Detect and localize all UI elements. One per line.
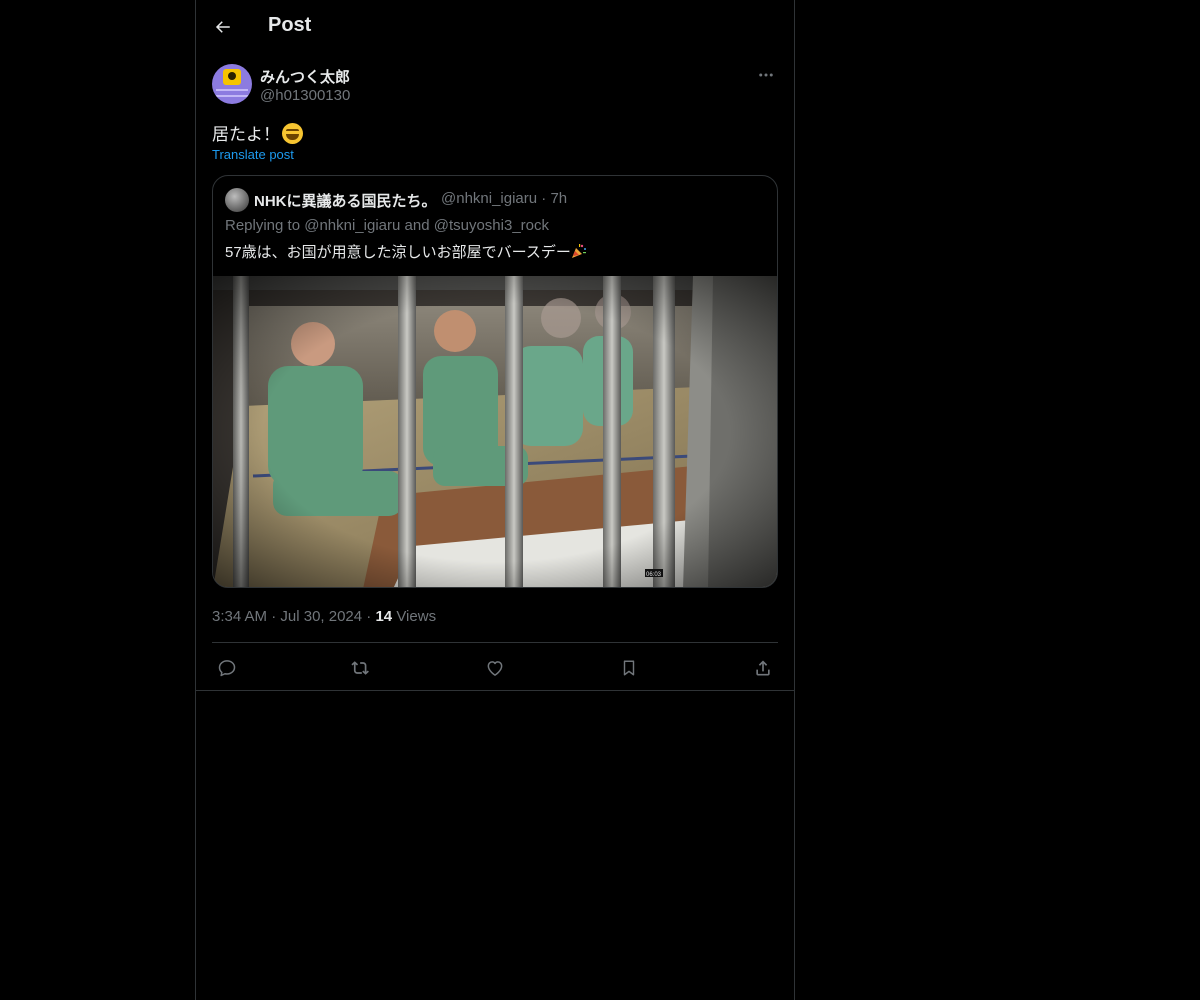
post-time[interactable]: 3:34 AM xyxy=(212,608,267,625)
avatar-logo xyxy=(223,69,241,85)
page-title: Post xyxy=(268,14,312,36)
page-header: Post xyxy=(196,0,794,54)
media-timestamp: 06:03 xyxy=(646,572,662,578)
back-button[interactable] xyxy=(208,12,238,42)
party-popper-icon xyxy=(571,244,586,258)
arrow-left-icon xyxy=(215,21,230,33)
post-text: 居たよ！ xyxy=(212,120,303,145)
post-bottom-border xyxy=(196,690,794,691)
translate-post-link[interactable]: Translate post xyxy=(212,147,294,162)
grinning-squinting-face-icon xyxy=(282,123,303,144)
separator-dot: · xyxy=(271,608,277,625)
repost-icon xyxy=(351,661,369,675)
author-handle[interactable]: @h01300130 xyxy=(260,87,350,104)
bookmark-button[interactable] xyxy=(616,655,642,681)
quoted-media-image[interactable]: 06:03 xyxy=(213,276,777,587)
heart-icon xyxy=(487,661,503,676)
action-bar xyxy=(212,646,778,690)
quoted-avatar[interactable] xyxy=(225,188,249,212)
share-button[interactable] xyxy=(750,655,776,681)
like-button[interactable] xyxy=(482,655,508,681)
post-meta: 3:34 AM · Jul 30, 2024 · 14 Views xyxy=(212,608,436,625)
post-date[interactable]: Jul 30, 2024 xyxy=(280,608,362,625)
quoted-time[interactable]: 7h xyxy=(550,190,567,207)
reply-mention-link[interactable]: @tsuyoshi3_rock xyxy=(434,217,549,234)
more-horizontal-icon xyxy=(759,73,773,77)
replying-to-label: Replying to xyxy=(225,217,301,234)
repost-button[interactable] xyxy=(348,655,374,681)
quoted-display-name[interactable]: NHKに異議ある国民たち。 xyxy=(254,190,437,211)
bookmark-icon xyxy=(623,660,635,676)
avatar[interactable] xyxy=(212,64,252,104)
separator-dot: · xyxy=(366,608,372,625)
quoted-text-content: 57歳は、お国が用意した涼しいお部屋でバースデー xyxy=(225,244,571,261)
quoted-post[interactable]: NHKに異議ある国民たち。 @nhkni_igiaru · 7h Replyin… xyxy=(212,175,778,588)
replying-to-line: Replying to @nhkni_igiaru and @tsuyoshi3… xyxy=(225,217,549,234)
reply-and-label: and xyxy=(404,217,430,234)
divider xyxy=(212,642,778,643)
main-column: Post みんつく太郎 @h01300130 居たよ！ Translate po… xyxy=(195,0,795,1000)
reply-icon xyxy=(218,660,236,677)
post-text-content: 居たよ！ xyxy=(212,125,280,144)
reply-button[interactable] xyxy=(214,655,240,681)
author-display-name[interactable]: みんつく太郎 xyxy=(260,66,350,87)
quoted-meta: @nhkni_igiaru · 7h xyxy=(441,190,567,207)
views-count: 14 xyxy=(375,608,393,625)
prison-cell-photo: 06:03 xyxy=(213,276,777,587)
separator-dot: · xyxy=(541,190,547,207)
more-options-button[interactable] xyxy=(754,64,778,86)
quoted-handle[interactable]: @nhkni_igiaru xyxy=(441,190,537,207)
share-icon xyxy=(756,660,770,676)
reply-mention-link[interactable]: @nhkni_igiaru xyxy=(304,217,400,234)
views-label: Views xyxy=(396,608,437,625)
quoted-text: 57歳は、お国が用意した涼しいお部屋でバースデー xyxy=(225,241,587,262)
